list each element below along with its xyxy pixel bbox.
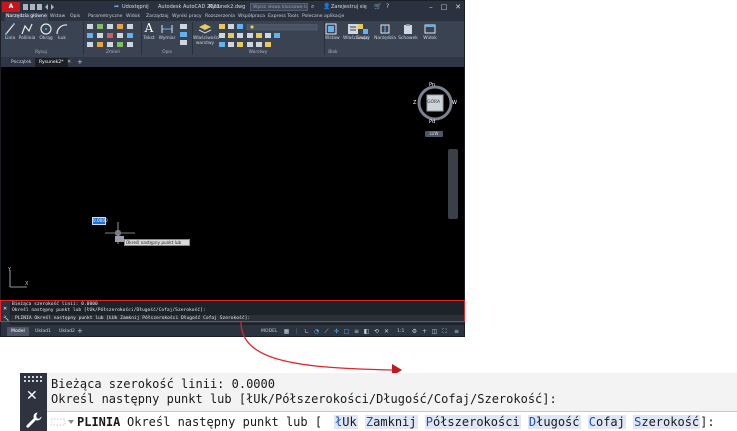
option-width[interactable]: Szerokość <box>633 415 701 429</box>
callout-arrow <box>240 321 402 376</box>
command-prompt: Określ następny punkt lub [ <box>127 415 323 429</box>
command-input-line[interactable]: PLINIA Określ następny punkt lub [ łUk Z… <box>47 411 737 431</box>
zoomed-command-line: ✕ Bieżąca szerokość linii: 0.0000 Określ… <box>20 373 737 431</box>
grip-icon[interactable] <box>24 376 42 383</box>
history-line-1: Bieżąca szerokość linii: 0.0000 <box>51 377 275 391</box>
zoomed-command-handle: ✕ <box>20 373 47 431</box>
command-prompt-end: ]: <box>700 415 715 429</box>
command-history: Bieżąca szerokość linii: 0.0000 Określ n… <box>47 373 737 411</box>
option-arc[interactable]: łUk <box>334 415 358 429</box>
history-line-2: Określ następny punkt lub [łUk/Półszerok… <box>51 392 557 406</box>
wrench-icon[interactable] <box>25 411 43 429</box>
option-undo[interactable]: Cofaj <box>587 415 626 429</box>
command-name: PLINIA <box>77 415 121 429</box>
option-length[interactable]: Długość <box>527 415 581 429</box>
option-halfwidth[interactable]: Półszerokości <box>424 415 521 429</box>
command-options: łUk Zamknij Półszerokości Długość Cofaj … <box>334 414 715 430</box>
recent-commands-dropdown-icon[interactable] <box>51 417 75 427</box>
option-close[interactable]: Zamknij <box>364 415 418 429</box>
close-icon[interactable]: ✕ <box>26 388 38 404</box>
